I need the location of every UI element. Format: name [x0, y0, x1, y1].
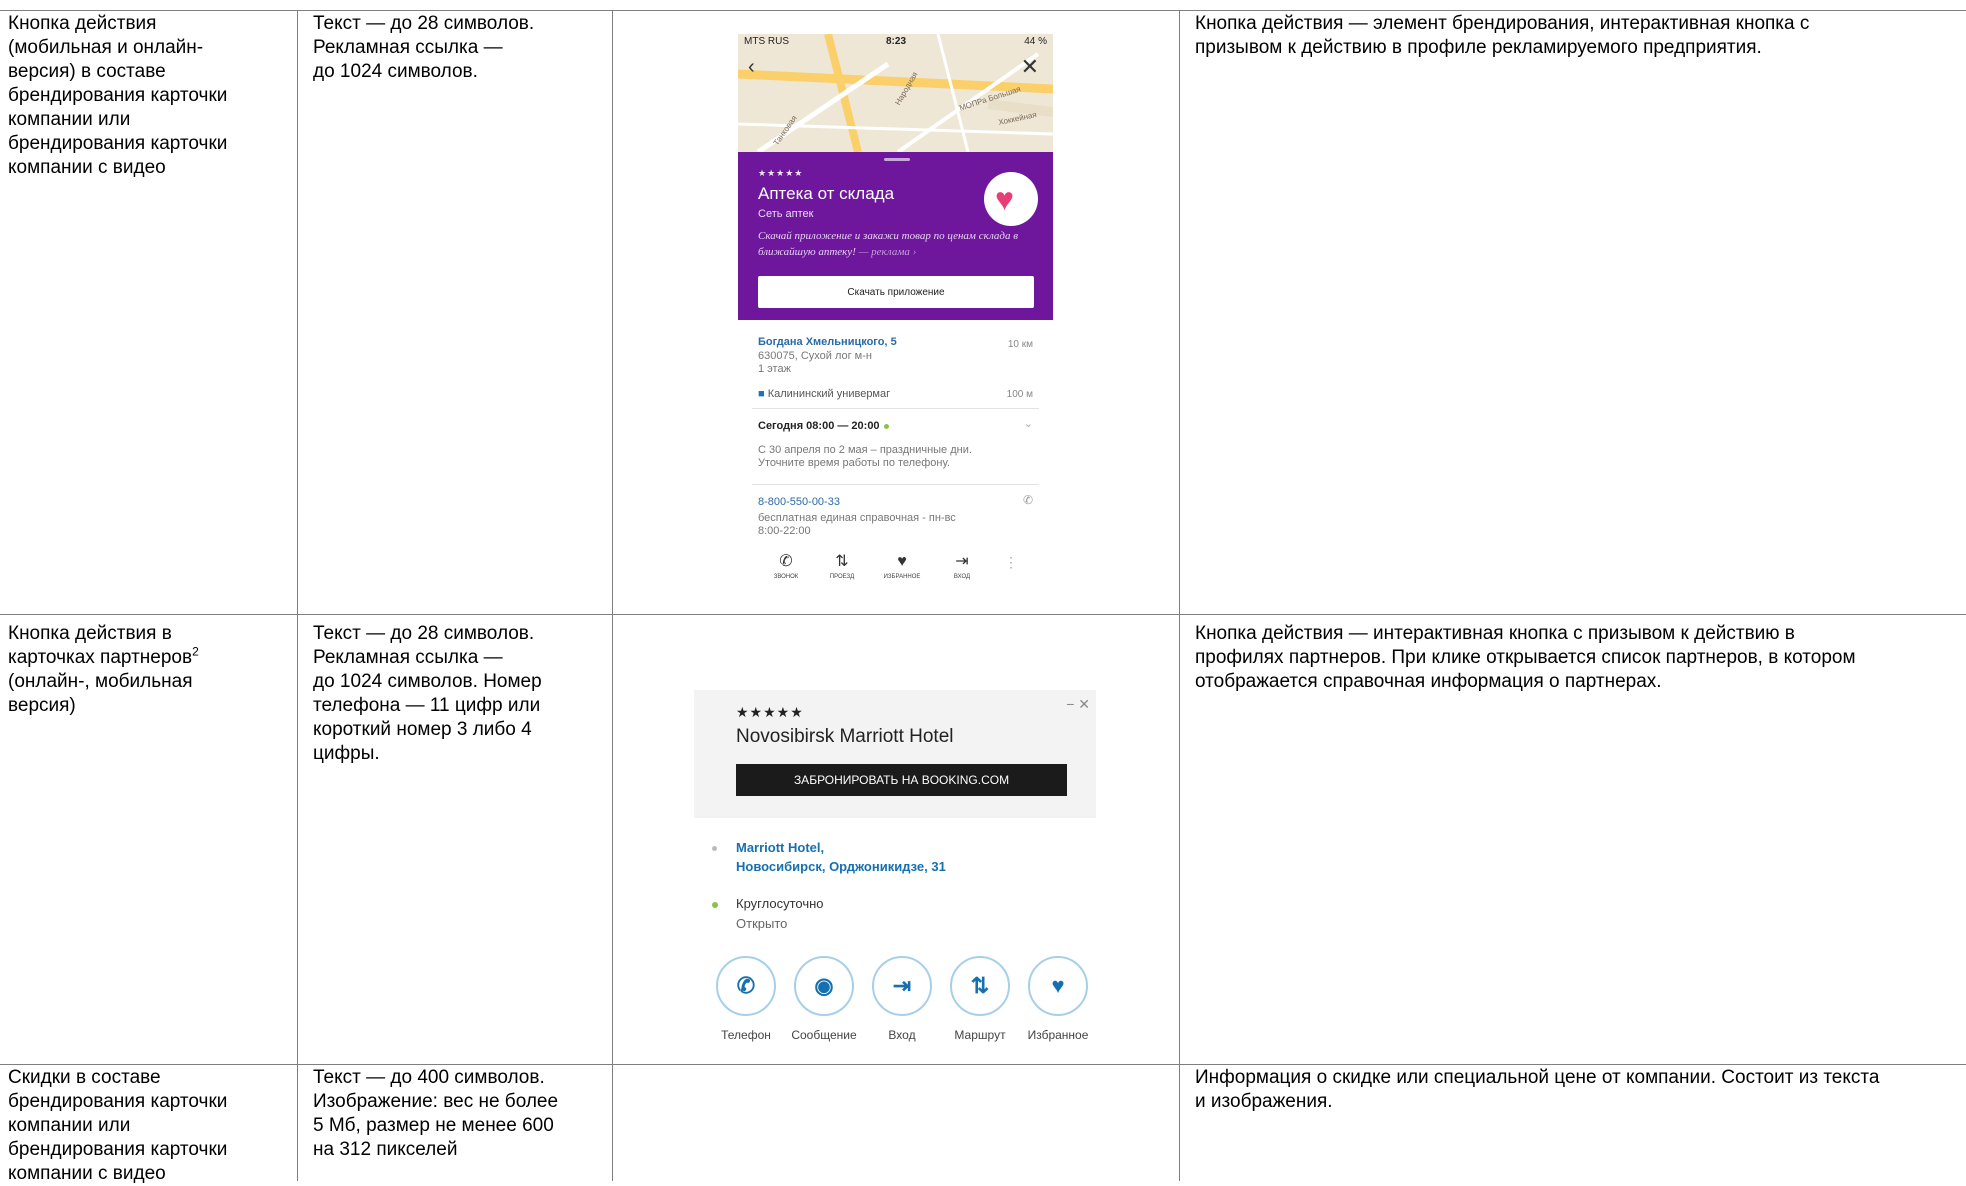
route-action-label: Маршрут: [954, 1028, 1006, 1042]
status-bar: MTS RUS 8:23 44 %: [738, 36, 1053, 50]
column-divider-3: [1179, 10, 1180, 1181]
chevron-down-icon[interactable]: ⌄: [1024, 418, 1033, 431]
bus-icon: ■: [758, 388, 765, 400]
favorite-action-label: Избранное: [1027, 1028, 1089, 1042]
route-icon: ⇅: [970, 973, 990, 998]
call-action[interactable]: ✆ ЗВОНОК: [756, 552, 816, 582]
brand-header: ★★★★★ Аптека от склада Сеть аптек Скачай…: [738, 152, 1053, 320]
route-action[interactable]: ⇅ ПРОЕЗД: [812, 552, 872, 582]
row-2-name: Кнопка действия в карточках партнеров2 (…: [8, 623, 199, 716]
more-icon[interactable]: ⋮: [1004, 555, 1018, 569]
column-divider-2: [612, 10, 613, 1181]
heart-icon: ♥: [897, 553, 907, 570]
drag-handle[interactable]: [884, 158, 910, 161]
footnote-mark: 2: [192, 644, 199, 659]
carrier-text: MTS RUS: [744, 36, 789, 47]
hotel-rating-stars: ★★★★★: [736, 704, 804, 720]
brand-logo: ♥: [984, 172, 1038, 226]
row-1-name: Кнопка действия (мобильная и онлайн- вер…: [8, 13, 228, 178]
row-divider-2: [0, 1064, 1966, 1065]
partner-card-header: − ✕ ★★★★★ Novosibirsk Marriott Hotel ЗАБ…: [694, 690, 1096, 818]
metro-stop: ■ Калининский универмаг: [758, 388, 891, 400]
message-icon: ◉: [814, 973, 834, 998]
row-3-description: Информация о скидке или специальной цене…: [1195, 1067, 1880, 1112]
phone-action-button[interactable]: ✆: [716, 956, 776, 1016]
close-icon[interactable]: ✕: [1021, 54, 1039, 80]
address-detail: 630075, Сухой лог м-н 1 этаж: [758, 350, 872, 375]
hotel-open-status: Открыто: [736, 916, 788, 931]
heart-icon: ♥: [1051, 973, 1065, 998]
metro-distance: 100 м: [1006, 389, 1033, 400]
message-action-button[interactable]: ◉: [794, 956, 854, 1016]
phone-action-label: Телефон: [721, 1028, 771, 1042]
door-icon: ⇥: [955, 553, 969, 570]
download-app-button[interactable]: Скачать приложение: [758, 276, 1034, 308]
route-icon: ⇅: [835, 553, 849, 570]
row-3-requirements: Текст — до 400 символов. Изображение: ве…: [313, 1067, 559, 1160]
hotel-name: Novosibirsk Marriott Hotel: [736, 726, 954, 747]
phone-icon: ✆: [779, 553, 793, 570]
favorite-action[interactable]: ♥ ИЗБРАННОЕ: [872, 552, 932, 582]
mobile-branded-card-screenshot: MTS RUS 8:23 44 % ‹ ✕ Танковая МОПРа Бол…: [738, 34, 1053, 590]
minimize-close-icon[interactable]: − ✕: [1066, 696, 1090, 713]
back-arrow-icon[interactable]: ‹: [748, 56, 755, 79]
row-3-name: Скидки в составе брендирования карточки …: [8, 1067, 228, 1184]
door-icon: ⇥: [892, 973, 912, 998]
row-2-description: Кнопка действия — интерактивная кнопка с…: [1195, 623, 1856, 692]
partner-card-body: Marriott Hotel, Новосибирск, Орджоникидз…: [694, 818, 1096, 1060]
booking-button[interactable]: ЗАБРОНИРОВАТЬ НА BOOKING.COM: [736, 764, 1067, 796]
route-action-button[interactable]: ⇅: [950, 956, 1010, 1016]
row-1-requirements: Текст — до 28 символов. Рекламная ссылка…: [313, 13, 535, 82]
favorite-action-button[interactable]: ♥: [1028, 956, 1088, 1016]
table-border-top: [0, 10, 1966, 11]
company-category: Сеть аптек: [758, 208, 814, 220]
column-divider-1: [297, 10, 298, 1181]
bottom-action-bar: ✆ ЗВОНОК ⇅ ПРОЕЗД ♥ ИЗБРАННОЕ ⇥ ВХОД ⋮: [738, 548, 1053, 590]
message-action-label: Сообщение: [791, 1028, 857, 1042]
entrance-action-button[interactable]: ⇥: [872, 956, 932, 1016]
map-area: MTS RUS 8:23 44 % ‹ ✕ Танковая МОПРа Бол…: [738, 34, 1053, 152]
phone-note: бесплатная единая справочная - пн-вс 8:0…: [758, 512, 956, 537]
phone-link[interactable]: 8-800-550-00-33: [758, 496, 840, 509]
holiday-note: С 30 апреля по 2 мая – праздничные дни. …: [758, 444, 972, 469]
row-2-requirements: Текст — до 28 символов. Рекламная ссылка…: [313, 623, 542, 764]
partner-card-screenshot: − ✕ ★★★★★ Novosibirsk Marriott Hotel ЗАБ…: [694, 690, 1096, 1060]
open-status-dot: [712, 902, 718, 908]
address-link[interactable]: Богдана Хмельницкого, 5: [758, 336, 897, 349]
company-title: Аптека от склада: [758, 184, 895, 203]
row-divider-1: [0, 614, 1966, 615]
promo-text[interactable]: Скачай приложение и закажи товар по цена…: [758, 228, 1018, 260]
rating-stars: ★★★★★: [758, 168, 804, 178]
entrance-action-label: Вход: [888, 1028, 916, 1042]
battery-text: 44 %: [1024, 36, 1047, 47]
phone-icon[interactable]: ✆: [1023, 494, 1033, 507]
heart-logo-icon: ♥: [995, 181, 1014, 217]
address-bullet: [712, 846, 717, 851]
row-1-description: Кнопка действия — элемент брендирования,…: [1195, 13, 1810, 58]
open-status-dot: [883, 423, 889, 429]
phone-icon: ✆: [736, 973, 756, 998]
divider: [752, 484, 1039, 485]
company-details: Богдана Хмельницкого, 5 10 км 630075, Су…: [738, 320, 1053, 590]
hotel-hours: Круглосуточно: [736, 896, 824, 911]
entrance-action[interactable]: ⇥ ВХОД: [932, 552, 992, 582]
opening-hours[interactable]: Сегодня 08:00 — 20:00: [758, 420, 889, 433]
hotel-address-link[interactable]: Marriott Hotel, Новосибирск, Орджоникидз…: [736, 838, 1036, 876]
clock-text: 8:23: [886, 36, 907, 47]
divider: [752, 408, 1039, 409]
address-distance: 10 км: [1007, 339, 1033, 350]
